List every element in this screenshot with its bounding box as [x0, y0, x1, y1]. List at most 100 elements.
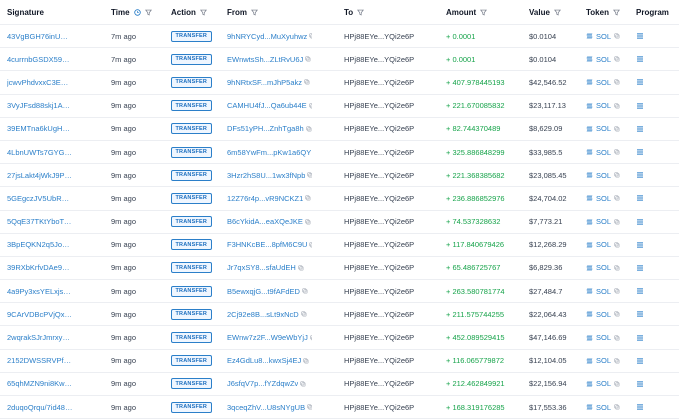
program-icon[interactable] [636, 149, 644, 155]
program-icon[interactable] [636, 381, 644, 387]
copy-icon[interactable] [614, 311, 620, 317]
token-link[interactable]: SOL [586, 194, 620, 203]
signature-link[interactable]: 9CArVDBcPVjQxZZ... [7, 310, 73, 319]
token-link[interactable]: SOL [586, 356, 620, 365]
to-address-text[interactable]: HPj88EYe...YQi2e6Pa [344, 217, 414, 226]
token-link[interactable]: SOL [586, 55, 620, 64]
to-address-text[interactable]: HPj88EYe...YQi2e6Pa [344, 32, 414, 41]
copy-icon[interactable] [614, 195, 620, 201]
from-address-link[interactable]: 12Z76r4p...vR9NCKZ1 [227, 194, 303, 203]
from-address-link[interactable]: F3HNKcBE...8pfM6C9U [227, 240, 307, 249]
from-address-link[interactable]: EWnw7z2F...W9eWbYjJ [227, 333, 308, 342]
token-link[interactable]: SOL [586, 32, 620, 41]
to-filter-icon[interactable] [357, 9, 364, 16]
program-icon[interactable] [636, 311, 644, 317]
token-filter-icon[interactable] [613, 9, 620, 16]
copy-icon[interactable] [614, 404, 620, 410]
token-link[interactable]: SOL [586, 263, 620, 272]
token-link[interactable]: SOL [586, 171, 620, 180]
to-address-text[interactable]: HPj88EYe...YQi2e6Pa [344, 263, 414, 272]
signature-link[interactable]: 4LbnUWTs7GYGQg... [7, 148, 73, 157]
token-link[interactable]: SOL [586, 240, 620, 249]
token-link[interactable]: SOL [586, 403, 620, 412]
copy-icon[interactable] [309, 103, 312, 109]
copy-icon[interactable] [614, 33, 620, 39]
to-address-text[interactable]: HPj88EYe...YQi2e6Pa [344, 124, 414, 133]
copy-icon[interactable] [614, 358, 620, 364]
program-icon[interactable] [636, 358, 644, 364]
to-address-text[interactable]: HPj88EYe...YQi2e6Pa [344, 310, 414, 319]
action-filter-icon[interactable] [200, 9, 207, 16]
token-link[interactable]: SOL [586, 287, 620, 296]
program-icon[interactable] [636, 242, 644, 248]
to-address-text[interactable]: HPj88EYe...YQi2e6Pa [344, 171, 414, 180]
copy-icon[interactable] [307, 172, 312, 178]
signature-link[interactable]: 65qhMZN9ni8Kw6F... [7, 379, 73, 388]
token-link[interactable]: SOL [586, 124, 620, 133]
from-address-link[interactable]: CAMHU4fJ...Qa6ub44E [227, 101, 307, 110]
signature-link[interactable]: 3VyJFsd88skj1AvB... [7, 101, 73, 110]
copy-icon[interactable] [614, 288, 620, 294]
copy-icon[interactable] [305, 195, 311, 201]
signature-link[interactable]: 27jsLakt4jWkJ9Pthr... [7, 171, 73, 180]
program-icon[interactable] [636, 335, 644, 341]
token-link[interactable]: SOL [586, 333, 620, 342]
copy-icon[interactable] [614, 103, 620, 109]
to-address-text[interactable]: HPj88EYe...YQi2e6Pa [344, 78, 414, 87]
to-address-text[interactable]: HPj88EYe...YQi2e6Pa [344, 148, 414, 157]
time-filter-icon[interactable] [145, 9, 152, 16]
signature-link[interactable]: 39RXbKrfvDAe9FD... [7, 263, 73, 272]
clock-icon[interactable] [134, 9, 141, 16]
program-icon[interactable] [636, 103, 644, 109]
copy-icon[interactable] [310, 335, 312, 341]
from-address-link[interactable]: 9hNRYCyd...MuXyuhwz [227, 32, 307, 41]
program-icon[interactable] [636, 172, 644, 178]
signature-link[interactable]: 4a9Py3xsYELxjsQx... [7, 287, 73, 296]
copy-icon[interactable] [309, 242, 312, 248]
copy-icon[interactable] [303, 358, 309, 364]
signature-link[interactable]: 43VgBGH76inUNRf... [7, 32, 73, 41]
token-link[interactable]: SOL [586, 78, 620, 87]
to-address-text[interactable]: HPj88EYe...YQi2e6Pa [344, 287, 414, 296]
amount-filter-icon[interactable] [480, 9, 487, 16]
from-address-link[interactable]: Jr7qxSY8...sfaUdEH [227, 263, 296, 272]
program-icon[interactable] [636, 219, 644, 225]
copy-icon[interactable] [614, 242, 620, 248]
from-address-link[interactable]: 3Hzr2hS8U...1wx3fNpb [227, 171, 305, 180]
to-address-text[interactable]: HPj88EYe...YQi2e6Pa [344, 55, 414, 64]
from-address-link[interactable]: 9hNRtxSF...mJhP5akz [227, 78, 302, 87]
copy-icon[interactable] [307, 404, 312, 410]
from-filter-icon[interactable] [251, 9, 258, 16]
to-address-text[interactable]: HPj88EYe...YQi2e6Pa [344, 240, 414, 249]
from-address-link[interactable]: 6m58YwFm...pKw1a6QY [227, 148, 311, 157]
copy-icon[interactable] [614, 381, 620, 387]
copy-icon[interactable] [614, 172, 620, 178]
program-icon[interactable] [636, 56, 644, 62]
copy-icon[interactable] [300, 381, 306, 387]
from-address-link[interactable]: DFs51yPH...ZnhTga8h [227, 124, 304, 133]
copy-icon[interactable] [305, 56, 311, 62]
signature-link[interactable]: 3BpEQKN2q5JoNN... [7, 240, 73, 249]
copy-icon[interactable] [614, 79, 620, 85]
signature-link[interactable]: jcwvPhdvxxC3EHNk... [7, 78, 73, 87]
from-address-link[interactable]: J6sfqV7p...fYZdqwZv [227, 379, 298, 388]
token-link[interactable]: SOL [586, 310, 620, 319]
program-icon[interactable] [636, 265, 644, 271]
program-icon[interactable] [636, 288, 644, 294]
token-link[interactable]: SOL [586, 148, 620, 157]
from-address-link[interactable]: 2Cj92e8B...sLt9xNcD [227, 310, 299, 319]
to-address-text[interactable]: HPj88EYe...YQi2e6Pa [344, 194, 414, 203]
signature-link[interactable]: 2152DWSSRVPfrU3... [7, 356, 73, 365]
to-address-text[interactable]: HPj88EYe...YQi2e6Pa [344, 403, 414, 412]
token-link[interactable]: SOL [586, 379, 620, 388]
program-icon[interactable] [636, 404, 644, 410]
signature-link[interactable]: 5QqE37TKtYboTre... [7, 217, 73, 226]
copy-icon[interactable] [614, 149, 620, 155]
from-address-link[interactable]: B6cYkidA...eaXQeJKE [227, 217, 303, 226]
copy-icon[interactable] [304, 79, 310, 85]
copy-icon[interactable] [614, 126, 620, 132]
copy-icon[interactable] [614, 335, 620, 341]
copy-icon[interactable] [301, 311, 307, 317]
copy-icon[interactable] [298, 265, 304, 271]
program-icon[interactable] [636, 195, 644, 201]
